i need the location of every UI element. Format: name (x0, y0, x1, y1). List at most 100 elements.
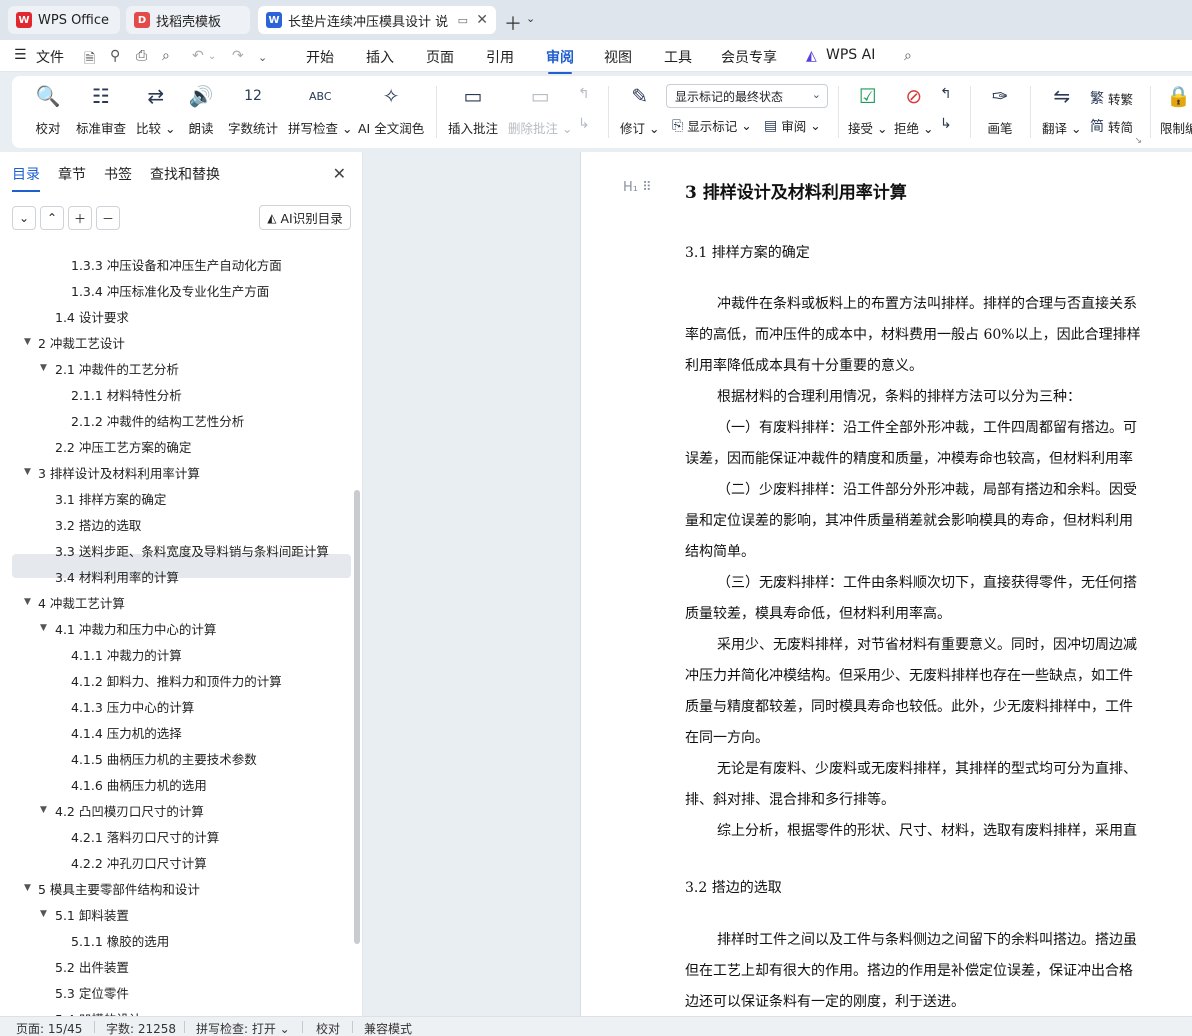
collapse-all-button[interactable]: ⌄ (12, 206, 36, 230)
word-count[interactable]: 字数: 21258 (106, 1020, 176, 1036)
close-tab-icon[interactable]: ✕ (476, 12, 488, 28)
toc-item[interactable]: ▼ 4 冲裁工艺计算 (0, 590, 350, 614)
compare-button[interactable]: ⇄ 比较 ⌄ (136, 82, 175, 137)
previous-comment-icon[interactable]: ↰ (578, 86, 594, 102)
toc-item[interactable]: ▼ 5 模具主要零部件结构和设计 (0, 876, 350, 900)
menu-view[interactable]: 视图 (604, 47, 632, 67)
document-page[interactable]: H₁ ⠿ 3 排样设计及材料利用率计算 3.1 排样方案的确定 3.2 搭边的选… (580, 152, 1192, 1016)
chevron-down-icon[interactable]: ⌄ (526, 12, 535, 25)
toc-item[interactable]: ▼ 4.1 冲裁力和压力中心的计算 (0, 616, 350, 640)
markup-mode-select[interactable]: 显示标记的最终状态 ⌄ (666, 84, 828, 108)
menu-file[interactable]: 文件 (36, 47, 64, 67)
tab-document[interactable]: W 长垫片连续冲压模具设计 说明 ▭ ✕ (258, 6, 496, 34)
toc-item[interactable]: 4.2.1 落料刃口尺寸的计算 (0, 824, 350, 848)
toc-item[interactable]: 1.3.3 冲压设备和冲压生产自动化方面 (0, 252, 350, 276)
toc-item[interactable]: 1.4 设计要求 (0, 304, 350, 328)
expand-toggle-icon[interactable]: ▼ (24, 597, 31, 607)
standard-review-button[interactable]: ☷ 标准审查 (76, 82, 126, 137)
monitor-icon[interactable]: ▭ (458, 14, 468, 27)
read-aloud-button[interactable]: 🔊 朗读 (187, 82, 215, 137)
next-comment-icon[interactable]: ↳ (578, 116, 594, 132)
hamburger-icon[interactable]: ☰ (14, 47, 27, 63)
previous-change-icon[interactable]: ↰ (940, 86, 956, 102)
restrict-edit-button[interactable]: 🔒 限制编 (1160, 82, 1192, 137)
reject-button[interactable]: ⊘ 拒绝 ⌄ (894, 82, 933, 137)
review-pane-button[interactable]: ▤ 审阅 ⌄ (764, 116, 821, 135)
search-icon[interactable]: ⌕ (904, 48, 912, 64)
print-preview-icon[interactable]: ⌕ (162, 48, 170, 64)
toc-scrollbar[interactable] (354, 490, 360, 944)
insert-comment-button[interactable]: ▭ 插入批注 (448, 82, 498, 137)
toc-item[interactable]: ▼ 2.1 冲裁件的工艺分析 (0, 356, 350, 380)
more-chevron-icon[interactable]: ⌄ (258, 51, 267, 64)
expand-toggle-icon[interactable]: ▼ (24, 467, 31, 477)
expand-up-button[interactable]: ⌃ (40, 206, 64, 230)
menu-review[interactable]: 审阅 (546, 47, 574, 74)
pen-button[interactable]: ✑ 画笔 (986, 82, 1014, 137)
toc-item[interactable]: 5.4 凹模的设计 (0, 1006, 350, 1017)
proofread-button[interactable]: 🔍 校对 (34, 82, 62, 137)
toc-item[interactable]: ▼ 2 冲裁工艺设计 (0, 330, 350, 354)
tab-find-replace[interactable]: 查找和替换 (150, 164, 220, 184)
menu-home[interactable]: 开始 (306, 47, 334, 67)
toc-item[interactable]: 1.3.4 冲压标准化及专业化生产方面 (0, 278, 350, 302)
expand-toggle-icon[interactable]: ▼ (24, 337, 31, 347)
toc-item[interactable]: 3.4 材料利用率的计算 (0, 564, 350, 588)
accept-button[interactable]: ☑ 接受 ⌄ (848, 82, 887, 137)
to-simplified-button[interactable]: 简转简 (1090, 116, 1133, 136)
heading-drag-handle-icon[interactable]: H₁ ⠿ (623, 180, 652, 195)
redo-icon[interactable]: ↷ (232, 48, 244, 64)
close-pane-icon[interactable]: ✕ (333, 164, 346, 183)
proofread-status[interactable]: 校对 (316, 1020, 340, 1036)
ai-toc-button[interactable]: ◭ AI识别目录 (259, 205, 351, 230)
tab-chapters[interactable]: 章节 (58, 164, 86, 184)
print-icon[interactable]: ⎙ (136, 48, 147, 64)
undo-dropdown-icon[interactable]: ⌄ (208, 51, 216, 62)
toc-item[interactable]: 4.2.2 冲孔刃口尺寸计算 (0, 850, 350, 874)
remove-heading-button[interactable]: － (96, 206, 120, 230)
page-indicator[interactable]: 页面: 15/45 (16, 1020, 82, 1036)
undo-icon[interactable]: ↶ (192, 48, 204, 64)
toc-item[interactable]: ▼ 5.1 卸料装置 (0, 902, 350, 926)
toc-item[interactable]: 4.1.2 卸料力、推料力和顶件力的计算 (0, 668, 350, 692)
delete-comment-button[interactable]: ▭ 删除批注 ⌄ (508, 82, 572, 137)
expand-toggle-icon[interactable]: ▼ (40, 909, 47, 919)
toc-item[interactable]: 2.1.1 材料特性分析 (0, 382, 350, 406)
toc-item[interactable]: 3.1 排样方案的确定 (0, 486, 350, 510)
toc-item[interactable]: ▼ 4.2 凸凹模刃口尺寸的计算 (0, 798, 350, 822)
new-tab-icon[interactable]: ＋ (504, 10, 522, 36)
toc-item[interactable]: 2.2 冲压工艺方案的确定 (0, 434, 350, 458)
to-traditional-button[interactable]: 繁转繁 (1090, 88, 1133, 108)
ai-proofread-button[interactable]: ✧ AI 全文润色 (358, 82, 424, 137)
translate-button[interactable]: ⇋ 翻译 ⌄ (1042, 82, 1081, 137)
toc-item[interactable]: 4.1.1 冲裁力的计算 (0, 642, 350, 666)
toc-item[interactable]: 4.1.6 曲柄压力机的选用 (0, 772, 350, 796)
expand-toggle-icon[interactable]: ▼ (40, 805, 47, 815)
toc-item[interactable]: 4.1.3 压力中心的计算 (0, 694, 350, 718)
menu-wps-ai[interactable]: WPS AI (826, 47, 875, 63)
tab-docer-templates[interactable]: D 找稻壳模板 (126, 6, 250, 34)
expand-toggle-icon[interactable]: ▼ (24, 883, 31, 893)
toc-item[interactable]: 4.1.4 压力机的选择 (0, 720, 350, 744)
tab-bookmarks[interactable]: 书签 (104, 164, 132, 184)
toc-item[interactable]: 3.2 搭边的选取 (0, 512, 350, 536)
expand-corner-icon[interactable]: ↘ (1134, 136, 1142, 146)
next-change-icon[interactable]: ↳ (940, 116, 956, 132)
menu-tools[interactable]: 工具 (664, 47, 692, 67)
tab-wps-office[interactable]: W WPS Office (8, 6, 120, 34)
toc-item[interactable]: 4.1.5 曲柄压力机的主要技术参数 (0, 746, 350, 770)
link-icon[interactable]: ⚲ (110, 48, 120, 64)
add-heading-button[interactable]: ＋ (68, 206, 92, 230)
expand-toggle-icon[interactable]: ▼ (40, 363, 47, 373)
word-count-button[interactable]: 12 字数统计 (228, 82, 278, 137)
menu-references[interactable]: 引用 (486, 47, 514, 67)
tab-toc[interactable]: 目录 (12, 164, 40, 192)
show-markup-button[interactable]: ⎘ 显示标记 ⌄ (672, 116, 752, 135)
menu-member[interactable]: 会员专享 (721, 47, 777, 67)
toc-item[interactable]: 5.3 定位零件 (0, 980, 350, 1004)
track-changes-button[interactable]: ✎ 修订 ⌄ (620, 82, 659, 137)
spell-check-button[interactable]: ABC 拼写检查 ⌄ (288, 82, 352, 137)
toc-item[interactable]: 5.1.1 橡胶的选用 (0, 928, 350, 952)
menu-insert[interactable]: 插入 (366, 47, 394, 67)
toc-item[interactable]: ▼ 3 排样设计及材料利用率计算 (0, 460, 350, 484)
